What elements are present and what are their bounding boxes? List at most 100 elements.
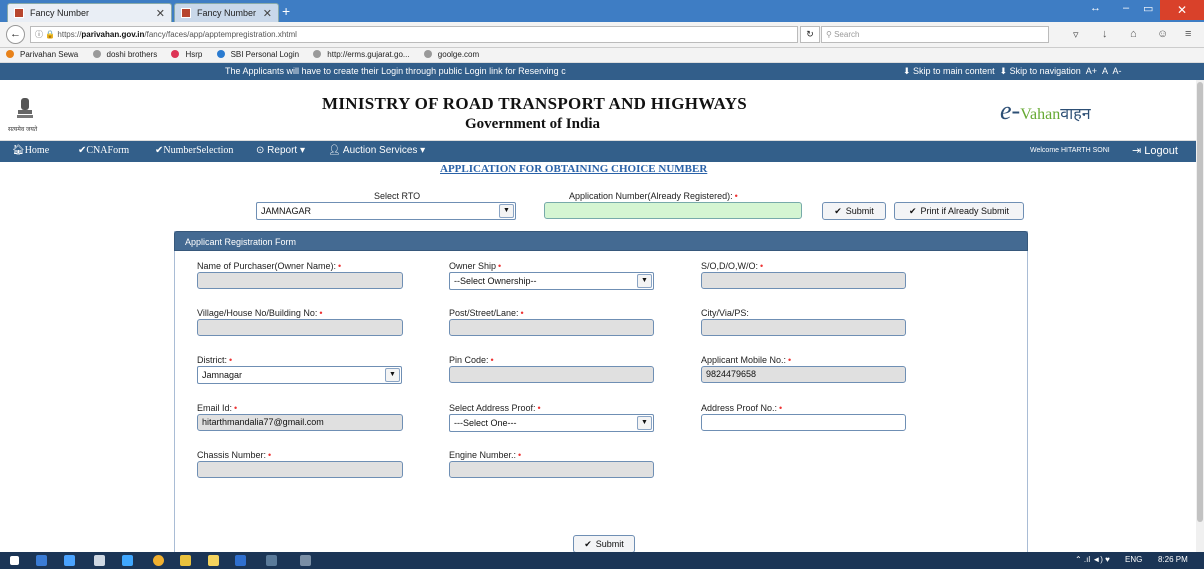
city-input[interactable] [701,319,906,336]
select-rto-dropdown[interactable]: JAMNAGAR ▼ [256,202,516,220]
home-icon[interactable]: ⌂ [1130,28,1137,40]
check-icon: ✔ [908,206,917,216]
maximize-icon[interactable]: ▭ [1143,2,1153,15]
files-icon[interactable] [208,555,219,566]
browser-nav-bar: ← ⓘ 🔒 https://parivahan.gov.in/fancy/fac… [0,22,1204,48]
village-label: Village/House No/Building No: • [197,308,323,318]
folder-icon[interactable] [180,555,191,566]
font-decrease-button[interactable]: A- [1113,66,1122,76]
close-icon[interactable]: ✕ [263,7,272,20]
government-title: Government of India [465,116,600,132]
pin-label: Pin Code: • [449,355,494,365]
bookmark-item[interactable]: http://erms.gujarat.go... [313,50,415,59]
village-input[interactable] [197,319,403,336]
national-emblem-icon [17,98,33,118]
system-tray-icons[interactable]: ⌃ .ıl ◄) ♥ [1075,555,1110,564]
firefox-taskbar-icon[interactable] [36,555,47,566]
bookmark-item[interactable]: SBI Personal Login [216,50,306,59]
url-bar[interactable]: ⓘ 🔒 https://parivahan.gov.in/fancy/faces… [30,26,798,43]
announcement-bar: The Applicants will have to create their… [0,63,1204,80]
evahan-logo: e-Vahanवाहन [1000,96,1091,125]
address-proof-dropdown[interactable]: ---Select One--- ▼ [449,414,654,432]
chevron-down-icon[interactable]: ▼ [637,274,652,288]
caret-down-icon: ▾ [297,145,305,156]
ownership-dropdown[interactable]: --Select Ownership-- ▼ [449,272,654,290]
minimize-icon[interactable]: – [1123,2,1129,14]
caret-down-icon: ▾ [417,145,426,156]
browser-tab-1[interactable]: Fancy Number ✕ [7,3,172,22]
bookmark-item[interactable]: goolge.com [423,50,485,59]
language-indicator[interactable]: ENG [1125,555,1142,564]
settings-icon[interactable] [94,555,105,566]
form-submit-button[interactable]: ✔ Submit [573,535,635,553]
close-icon[interactable]: ✕ [156,7,165,20]
bookmark-item[interactable]: Parivahan Sewa [6,50,84,59]
sdw-input[interactable] [701,272,906,289]
skip-main-link[interactable]: Skip to main content [913,66,995,76]
pocket-icon[interactable]: ▿ [1073,28,1079,41]
mail-icon[interactable] [235,555,246,566]
india-flag-icon [6,50,14,58]
chevron-down-icon[interactable]: ▼ [637,416,652,430]
menu-numberselection[interactable]: ✔NumberSelection [155,145,233,156]
menu-cnaform[interactable]: ✔CNAForm [78,145,129,156]
chevron-down-icon[interactable]: ▼ [385,368,400,382]
window-close-icon[interactable]: ✕ [1160,0,1204,20]
chrome-icon[interactable] [153,555,164,566]
download-icon[interactable]: ↓ [1102,28,1108,40]
store-icon[interactable] [64,555,75,566]
chassis-input[interactable] [197,461,403,478]
extension-icon[interactable]: ☺ [1157,28,1168,40]
home-icon: 🏠︎ [12,145,25,156]
menu-auction[interactable]: 👤︎ Auction Services ▾ [328,145,425,156]
skip-nav-link[interactable]: Skip to navigation [1010,66,1081,76]
address-proof-no-input[interactable] [701,414,906,431]
reload-icon[interactable]: ↻ [800,26,820,43]
app-icon[interactable] [300,555,311,566]
restore-size-icon[interactable]: ↔ [1090,2,1101,14]
panel-heading: Applicant Registration Form [174,231,1028,251]
email-input[interactable]: hitarthmandalia77@gmail.com [197,414,403,431]
tab-label: Fancy Number [30,8,90,18]
user-icon: 👤︎ [328,145,343,156]
submit-button[interactable]: ✔ Submit [822,202,886,220]
logout-link[interactable]: ⇥ Logout [1132,144,1178,157]
district-dropdown[interactable]: Jamnagar ▼ [197,366,402,384]
menu-home[interactable]: 🏠︎Home [12,145,49,156]
clock[interactable]: 8:26 PM [1158,555,1188,564]
print-submit-button[interactable]: ✔ Print if Already Submit [894,202,1024,220]
back-arrow-icon[interactable]: ← [6,25,25,44]
search-input[interactable]: ⚲ Search [821,26,1049,43]
bookmark-item[interactable]: doshi brothers [92,50,164,59]
bookmark-item[interactable]: Hsrp [171,50,208,59]
font-normal-button[interactable]: A [1102,66,1108,76]
menu-report[interactable]: ⊙ Report ▾ [256,145,305,156]
edge-icon[interactable] [122,555,133,566]
application-number-input[interactable] [544,202,802,219]
engine-input[interactable] [449,461,654,478]
ownership-label: Owner Ship • [449,261,502,271]
bookmarks-bar: Parivahan Sewa doshi brothers Hsrp SBI P… [0,48,1204,63]
chevron-down-icon[interactable]: ▼ [499,204,514,218]
search-placeholder: Search [834,30,860,39]
scrollbar-thumb[interactable] [1197,82,1203,522]
windows-start-icon[interactable] [10,556,19,565]
page-title: APPLICATION FOR OBTAINING CHOICE NUMBER [440,163,708,175]
search-icon: ⚲ [826,30,835,39]
post-input[interactable] [449,319,654,336]
keyboard-icon[interactable] [266,555,277,566]
chassis-label: Chassis Number: • [197,450,272,460]
owner-name-input[interactable] [197,272,403,289]
owner-name-label: Name of Purchaser(Owner Name): • [197,261,342,271]
browser-tab-2[interactable]: Fancy Number ✕ [174,3,279,22]
select-rto-value: JAMNAGAR [261,206,312,216]
hamburger-menu-icon[interactable]: ≡ [1185,28,1191,40]
engine-label: Engine Number.: • [449,450,522,460]
mobile-input[interactable]: 9824479658 [701,366,906,383]
pin-input[interactable] [449,366,654,383]
emblem-caption: सत्यमेव जयते [8,127,38,133]
address-proof-no-label: Address Proof No.: • [701,403,783,413]
new-tab-icon[interactable]: + [282,3,290,19]
font-increase-button[interactable]: A+ [1086,66,1097,76]
favicon-icon [181,8,191,18]
